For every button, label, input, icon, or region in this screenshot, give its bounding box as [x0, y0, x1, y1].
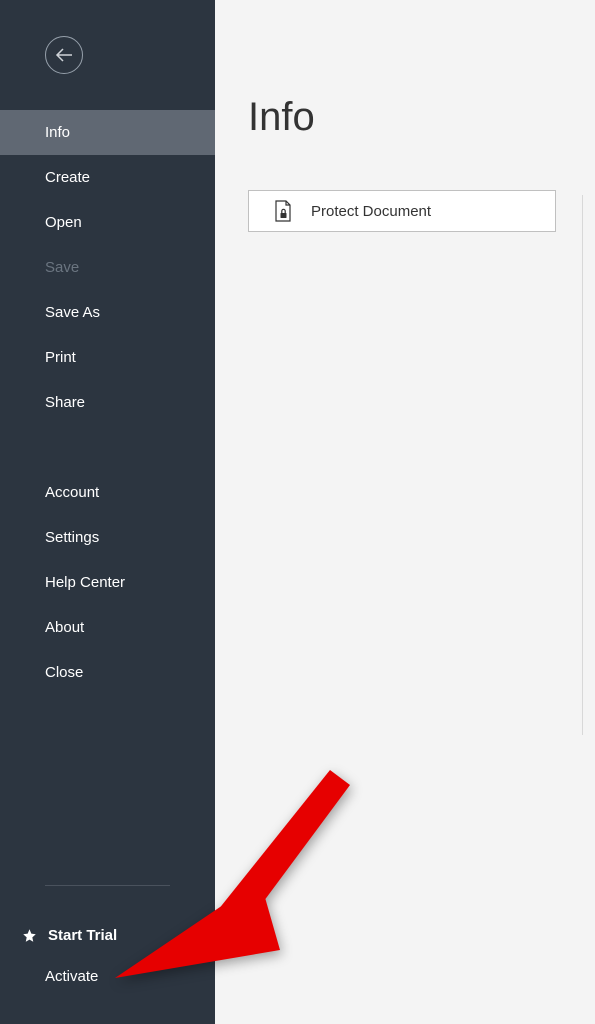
- protect-label: Protect Document: [311, 203, 431, 220]
- nav-item-create[interactable]: Create: [0, 155, 215, 200]
- nav-item-save-as[interactable]: Save As: [0, 290, 215, 335]
- nav-label: Close: [45, 664, 83, 681]
- nav-label: About: [45, 619, 84, 636]
- nav-item-help-center[interactable]: Help Center: [0, 560, 215, 605]
- trial-label: Start Trial: [48, 927, 117, 944]
- nav-label: Save As: [45, 304, 100, 321]
- start-trial-button[interactable]: Start Trial: [0, 916, 215, 954]
- sidebar-divider: [45, 885, 170, 886]
- nav-label: Share: [45, 394, 85, 411]
- star-icon: [22, 928, 37, 943]
- nav-item-save: Save: [0, 245, 215, 290]
- nav-item-print[interactable]: Print: [0, 335, 215, 380]
- nav-label: Create: [45, 169, 90, 186]
- page-title: Info: [248, 95, 565, 140]
- nav-spacer: [0, 425, 215, 470]
- nav-label: Settings: [45, 529, 99, 546]
- nav-item-settings[interactable]: Settings: [0, 515, 215, 560]
- nav-label: Info: [45, 124, 70, 141]
- nav-item-info[interactable]: Info: [0, 110, 215, 155]
- nav-label: Open: [45, 214, 82, 231]
- sidebar-header: [0, 0, 215, 110]
- sidebar: Info Create Open Save Save As Print Shar…: [0, 0, 215, 1024]
- activate-button[interactable]: Activate: [0, 954, 215, 999]
- panel-divider: [582, 195, 583, 735]
- activate-label: Activate: [45, 968, 98, 985]
- nav-label: Save: [45, 259, 79, 276]
- nav-item-about[interactable]: About: [0, 605, 215, 650]
- back-arrow-icon: [55, 48, 73, 62]
- sidebar-bottom: Start Trial Activate: [0, 885, 215, 1024]
- nav-label: Account: [45, 484, 99, 501]
- back-button[interactable]: [45, 36, 83, 74]
- nav-label: Help Center: [45, 574, 125, 591]
- nav-item-close[interactable]: Close: [0, 650, 215, 695]
- nav-primary: Info Create Open Save Save As Print Shar…: [0, 110, 215, 425]
- nav-label: Print: [45, 349, 76, 366]
- main-content: Info Protect Document: [215, 0, 595, 1024]
- nav-item-share[interactable]: Share: [0, 380, 215, 425]
- nav-item-account[interactable]: Account: [0, 470, 215, 515]
- nav-item-open[interactable]: Open: [0, 200, 215, 245]
- protect-document-button[interactable]: Protect Document: [248, 190, 556, 232]
- document-lock-icon: [274, 200, 292, 222]
- nav-secondary: Account Settings Help Center About Close: [0, 470, 215, 695]
